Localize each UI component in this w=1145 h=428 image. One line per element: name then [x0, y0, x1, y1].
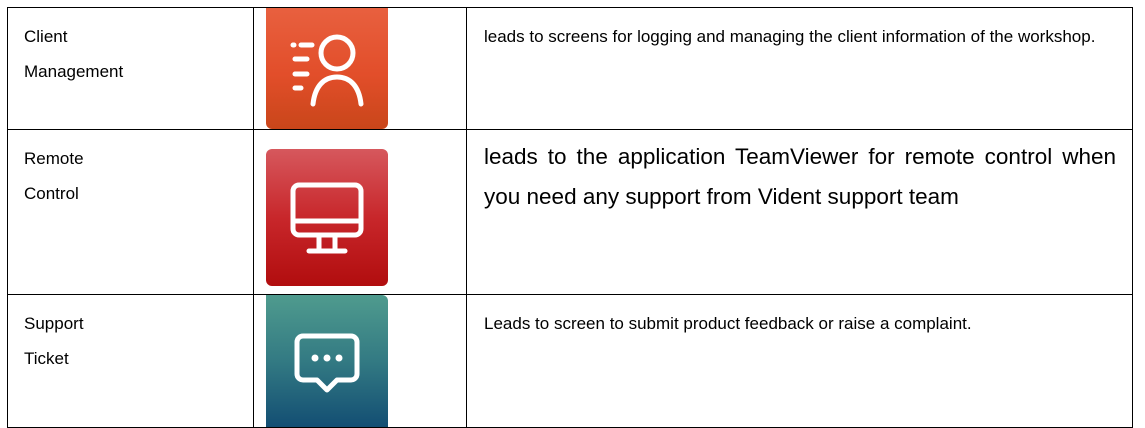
description-cell: leads to screens for logging and managin… [466, 7, 1133, 130]
feature-label-line: Management [24, 62, 124, 81]
feature-label-line: Control [24, 184, 79, 203]
feature-label: Remote Control [8, 130, 253, 211]
feature-description: Leads to screen to submit product feedba… [484, 314, 972, 333]
description-cell: Leads to screen to submit product feedba… [466, 294, 1133, 428]
table-row: Remote Control leads to the application … [7, 129, 1133, 295]
chat-bubble-icon [294, 333, 360, 393]
feature-label: Support Ticket [8, 295, 253, 376]
feature-label-line: Support [24, 314, 84, 333]
label-cell: Support Ticket [7, 294, 254, 428]
icon-cell [253, 7, 467, 130]
icon-cell [253, 129, 467, 295]
remote-control-tile [266, 149, 388, 286]
client-management-tile [266, 8, 388, 129]
feature-label: Client Management [8, 8, 253, 89]
client-management-icon [290, 34, 364, 106]
feature-description: leads to screens for logging and managin… [484, 27, 1096, 46]
table-row: Support Ticket Leads to screen to submit… [7, 294, 1133, 428]
support-ticket-tile [266, 295, 388, 427]
label-cell: Remote Control [7, 129, 254, 295]
feature-label-line: Ticket [24, 349, 69, 368]
icon-cell [253, 294, 467, 428]
label-cell: Client Management [7, 7, 254, 130]
feature-table: Client Management leads to screens for l… [7, 7, 1133, 428]
description-cell: leads to the application TeamViewer for … [466, 129, 1133, 295]
monitor-icon [290, 182, 364, 253]
feature-label-line: Client [24, 27, 68, 46]
table-row: Client Management leads to screens for l… [7, 7, 1133, 130]
feature-description: leads to the application TeamViewer for … [484, 144, 1116, 209]
feature-label-line: Remote [24, 149, 84, 168]
